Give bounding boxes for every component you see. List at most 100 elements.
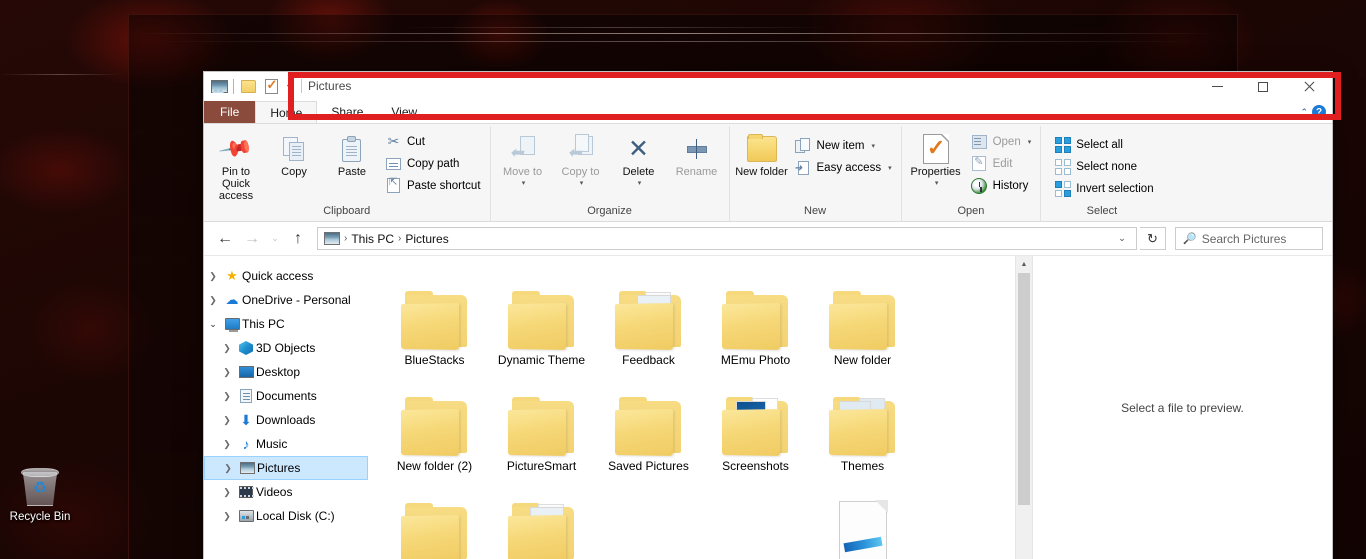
tab-file[interactable]: File [204, 101, 256, 123]
list-item[interactable]: Screenshots [702, 374, 809, 480]
list-item[interactable]: Dynamic Theme [488, 268, 595, 374]
back-button[interactable]: ← [213, 227, 237, 251]
new-folder-icon[interactable] [239, 77, 257, 95]
chevron-right-icon[interactable]: ❯ [218, 439, 236, 450]
sidebar-item-documents[interactable]: ❯ Documents [204, 384, 368, 408]
chevron-right-icon[interactable]: ❯ [218, 343, 236, 354]
list-item[interactable] [595, 480, 702, 559]
properties-button[interactable]: Properties ▾ [905, 129, 967, 193]
folder-icon [400, 485, 469, 559]
sidebar-item-label: Downloads [256, 413, 316, 427]
breadcrumb-item-this-pc[interactable]: This PC [348, 232, 397, 246]
navigation-pane: ❯ ★ Quick access ❯ ☁ OneDrive - Personal… [204, 256, 369, 559]
invert-selection-label: Invert selection [1076, 182, 1154, 195]
select-none-button[interactable]: Select none [1050, 156, 1159, 177]
breadcrumb-item-pictures[interactable]: Pictures [402, 232, 451, 246]
edit-button[interactable]: Edit [967, 153, 1038, 174]
chevron-right-icon[interactable]: ❯ [218, 511, 236, 522]
list-item[interactable]: Z Mobile : Music Editor [488, 480, 595, 559]
address-dropdown-icon[interactable]: ⌄ [1112, 233, 1132, 244]
paste-button[interactable]: Paste [323, 129, 381, 181]
list-item[interactable]: BlueStacks [381, 268, 488, 374]
chevron-right-icon[interactable]: ❯ [219, 463, 237, 474]
sidebar-item-local-disk-c[interactable]: ❯ Local Disk (C:) [204, 504, 368, 528]
select-all-button[interactable]: Select all [1050, 134, 1159, 155]
open-button[interactable]: Open ▾ [967, 131, 1038, 152]
pc-icon [222, 318, 242, 332]
sidebar-item-this-pc[interactable]: ⌄ This PC [204, 312, 368, 336]
chevron-right-icon[interactable]: ❯ [218, 415, 236, 426]
help-icon[interactable]: ? [1312, 105, 1326, 119]
paste-shortcut-button[interactable]: Paste shortcut [381, 175, 487, 196]
easy-access-button[interactable]: ➜ Easy access ▾ [791, 157, 898, 178]
maximize-button[interactable] [1240, 72, 1286, 101]
sidebar-item-music[interactable]: ❯ ♪ Music [204, 432, 368, 456]
downloads-icon: ⬇ [240, 411, 252, 428]
search-input[interactable]: 🔍 Search Pictures [1175, 227, 1323, 250]
chevron-right-icon[interactable]: ❯ [218, 391, 236, 402]
up-button[interactable]: ↑ [286, 227, 310, 251]
list-item[interactable]: PictureSmart [488, 374, 595, 480]
new-folder-label: New folder [735, 166, 788, 178]
sidebar-item-quick-access[interactable]: ❯ ★ Quick access [204, 264, 368, 288]
folder-icon [828, 273, 897, 350]
close-button[interactable] [1286, 72, 1332, 101]
select-all-icon [1054, 136, 1071, 153]
list-item[interactable]: Themes [809, 374, 916, 480]
recycle-bin-icon: ♻ [18, 466, 62, 508]
invert-selection-button[interactable]: Invert selection [1050, 178, 1159, 199]
rename-button[interactable]: Rename [668, 129, 726, 181]
scrollbar-thumb[interactable] [1018, 273, 1030, 505]
refresh-button[interactable]: ↻ [1140, 227, 1166, 250]
sidebar-item-videos[interactable]: ❯ Videos [204, 480, 368, 504]
pin-to-quick-access-button[interactable]: 📌 Pin to Quick access [207, 129, 265, 205]
desktop-icon-recycle-bin[interactable]: ♻ Recycle Bin [4, 466, 76, 523]
chevron-down-icon[interactable]: ⌄ [204, 319, 222, 330]
recent-locations-icon[interactable]: ⌄ [267, 227, 283, 251]
chevron-right-icon[interactable]: ❯ [218, 367, 236, 378]
cut-button[interactable]: ✂ Cut [381, 131, 487, 152]
chevron-down-icon[interactable]: ▾ [285, 82, 293, 91]
chevron-right-icon[interactable]: ❯ [204, 271, 222, 282]
tab-home[interactable]: Home [255, 101, 318, 123]
tab-share[interactable]: Share [317, 101, 377, 123]
wallpaper-streak [400, 27, 830, 28]
forward-button[interactable]: → [240, 227, 264, 251]
tab-view[interactable]: View [377, 101, 431, 123]
scrollbar-track[interactable] [1016, 273, 1032, 559]
copy-button[interactable]: Copy [265, 129, 323, 181]
new-folder-button[interactable]: New folder [733, 129, 791, 181]
sidebar-item-onedrive[interactable]: ❯ ☁ OneDrive - Personal [204, 288, 368, 312]
sidebar-item-downloads[interactable]: ❯ ⬇ Downloads [204, 408, 368, 432]
properties-icon[interactable] [262, 77, 280, 95]
vertical-scrollbar[interactable]: ▲ [1015, 256, 1032, 559]
pictures-properties-icon[interactable] [210, 77, 228, 95]
list-item[interactable]: Saved Pictures [595, 374, 702, 480]
collapse-ribbon-icon[interactable]: ⌃ [1300, 107, 1308, 118]
new-item-button[interactable]: New item ▾ [791, 135, 898, 156]
copy-to-button[interactable]: ⬅ Copy to ▾ [552, 129, 610, 193]
list-item[interactable]: Video Projects [381, 480, 488, 559]
move-to-button[interactable]: ⬅ Move to ▾ [494, 129, 552, 193]
list-item[interactable] [809, 480, 916, 559]
copy-path-button[interactable]: Copy path [381, 153, 487, 174]
list-item[interactable] [702, 480, 809, 559]
scroll-up-button[interactable]: ▲ [1016, 256, 1032, 273]
ribbon-group-clipboard: 📌 Pin to Quick access Copy Paste ✂ Cut C… [204, 126, 491, 221]
history-button[interactable]: History [967, 175, 1038, 196]
3d-objects-icon [236, 341, 256, 355]
chevron-right-icon[interactable]: ❯ [218, 487, 236, 498]
breadcrumb[interactable]: › This PC › Pictures ⌄ [317, 227, 1137, 250]
delete-button[interactable]: ✕ Delete ▾ [610, 129, 668, 193]
list-item[interactable]: New folder [809, 268, 916, 374]
folder-icon [507, 379, 576, 456]
list-item[interactable]: New folder (2) [381, 374, 488, 480]
sidebar-item-pictures[interactable]: ❯ Pictures [204, 456, 368, 480]
list-item[interactable]: Feedback [595, 268, 702, 374]
minimize-button[interactable] [1194, 72, 1240, 101]
sidebar-item-desktop[interactable]: ❯ Desktop [204, 360, 368, 384]
list-item[interactable]: MEmu Photo [702, 268, 809, 374]
image-file-icon [838, 485, 888, 559]
sidebar-item-3d-objects[interactable]: ❯ 3D Objects [204, 336, 368, 360]
chevron-right-icon[interactable]: ❯ [204, 295, 222, 306]
